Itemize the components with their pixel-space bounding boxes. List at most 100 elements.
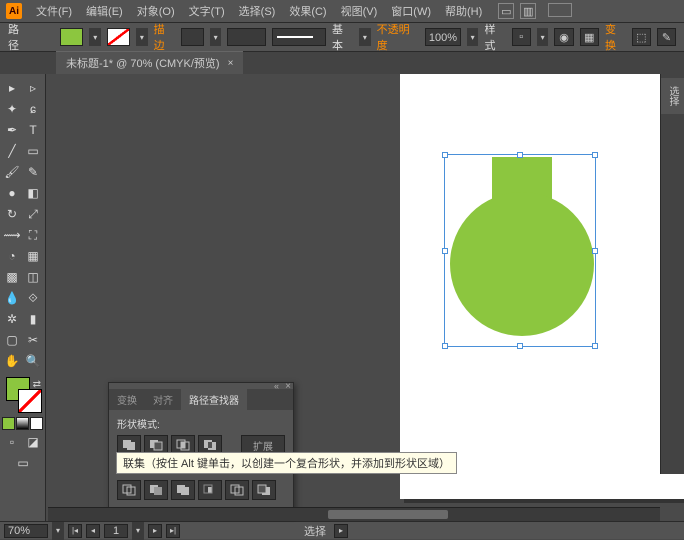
tab-pathfinder[interactable]: 路径查找器 bbox=[181, 389, 247, 410]
variable-width-profile[interactable] bbox=[227, 28, 265, 46]
menu-file[interactable]: 文件(F) bbox=[30, 0, 78, 22]
slice-tool[interactable]: ✂ bbox=[23, 330, 43, 350]
mesh-tool[interactable]: ▩ bbox=[2, 267, 22, 287]
layout-icon-2[interactable]: ▥ bbox=[520, 3, 536, 19]
artboard-dropdown[interactable]: ▾ bbox=[132, 522, 144, 540]
stroke-dropdown[interactable]: ▾ bbox=[136, 28, 148, 46]
scale-tool[interactable]: ⤢ bbox=[23, 204, 43, 224]
handle-bottom-right[interactable] bbox=[592, 343, 598, 349]
workspace-switcher[interactable] bbox=[548, 3, 572, 17]
panel-collapse-icon[interactable]: « bbox=[274, 381, 279, 391]
zoom-tool[interactable]: 🔍 bbox=[23, 351, 43, 371]
pencil-tool[interactable]: ✎ bbox=[23, 162, 43, 182]
minus-back-button[interactable] bbox=[252, 480, 276, 500]
trim-button[interactable] bbox=[144, 480, 168, 500]
horizontal-scrollbar[interactable] bbox=[48, 507, 660, 521]
graphic-style[interactable]: ▫ bbox=[512, 28, 531, 46]
zoom-level[interactable]: 70% bbox=[4, 524, 48, 538]
menu-type[interactable]: 文字(T) bbox=[183, 0, 231, 22]
handle-mid-right[interactable] bbox=[592, 248, 598, 254]
tab-close-button[interactable]: × bbox=[228, 58, 234, 69]
handle-bottom-mid[interactable] bbox=[517, 343, 523, 349]
stroke-label[interactable]: 描边 bbox=[154, 21, 175, 53]
right-panel-tab[interactable]: 选择 bbox=[661, 78, 684, 114]
tab-align[interactable]: 对齐 bbox=[145, 389, 181, 410]
eyedropper-tool[interactable]: 💧 bbox=[2, 288, 22, 308]
prev-artboard-button[interactable]: ◂ bbox=[86, 524, 100, 538]
fill-color-swatch[interactable] bbox=[60, 28, 83, 46]
brush-dropdown[interactable]: ▾ bbox=[359, 28, 371, 46]
perspective-grid-tool[interactable]: ▦ bbox=[23, 246, 43, 266]
merge-button[interactable] bbox=[171, 480, 195, 500]
color-mode-none[interactable] bbox=[30, 417, 43, 430]
brush-definition[interactable] bbox=[272, 28, 326, 46]
canvas-area[interactable]: « × 变换 对齐 路径查找器 形状模式: 扩展 路径查找器: bbox=[46, 74, 684, 521]
menu-window[interactable]: 窗口(W) bbox=[385, 0, 437, 22]
eraser-tool[interactable]: ◧ bbox=[23, 183, 43, 203]
type-tool[interactable]: T bbox=[23, 120, 43, 140]
menu-effect[interactable]: 效果(C) bbox=[283, 0, 332, 22]
style-dropdown[interactable]: ▾ bbox=[537, 28, 549, 46]
rotate-tool[interactable]: ↻ bbox=[2, 204, 22, 224]
free-transform-tool[interactable]: ⛶ bbox=[23, 225, 43, 245]
shape-builder-tool[interactable]: ◔ bbox=[2, 246, 22, 266]
stroke-weight-dropdown[interactable]: ▾ bbox=[210, 28, 222, 46]
artboard-number[interactable]: 1 bbox=[104, 524, 128, 538]
pen-tool[interactable]: ✒ bbox=[2, 120, 22, 140]
opacity-input[interactable]: 100% bbox=[425, 28, 461, 46]
menu-help[interactable]: 帮助(H) bbox=[439, 0, 488, 22]
divide-button[interactable] bbox=[117, 480, 141, 500]
draw-behind-icon[interactable]: ◪ bbox=[23, 434, 43, 450]
zoom-dropdown[interactable]: ▾ bbox=[52, 522, 64, 540]
direct-selection-tool[interactable]: ▹ bbox=[23, 78, 43, 98]
stroke-color-swatch[interactable] bbox=[107, 28, 130, 46]
color-mode-gradient[interactable] bbox=[16, 417, 29, 430]
hand-tool[interactable]: ✋ bbox=[2, 351, 22, 371]
menu-object[interactable]: 对象(O) bbox=[131, 0, 181, 22]
rectangle-tool[interactable]: ▭ bbox=[23, 141, 43, 161]
layout-icon[interactable]: ▭ bbox=[498, 3, 514, 19]
magic-wand-tool[interactable]: ✦ bbox=[2, 99, 22, 119]
stroke-color[interactable] bbox=[18, 389, 42, 413]
tab-transform[interactable]: 变换 bbox=[109, 389, 145, 410]
menu-edit[interactable]: 编辑(E) bbox=[80, 0, 129, 22]
width-tool[interactable]: ⟿ bbox=[2, 225, 22, 245]
handle-top-mid[interactable] bbox=[517, 152, 523, 158]
recolor-artwork-icon[interactable]: ◉ bbox=[554, 28, 573, 46]
panel-close-icon[interactable]: × bbox=[285, 381, 291, 392]
scrollbar-thumb[interactable] bbox=[328, 510, 448, 519]
fill-dropdown[interactable]: ▾ bbox=[89, 28, 101, 46]
draw-normal-icon[interactable]: ▫ bbox=[2, 434, 22, 450]
line-tool[interactable]: ╱ bbox=[2, 141, 22, 161]
handle-top-right[interactable] bbox=[592, 152, 598, 158]
symbol-sprayer-tool[interactable]: ✲ bbox=[2, 309, 22, 329]
isolate-icon[interactable]: ⬚ bbox=[632, 28, 651, 46]
column-graph-tool[interactable]: ▮ bbox=[23, 309, 43, 329]
blend-tool[interactable]: ⟐ bbox=[23, 288, 43, 308]
stroke-weight-input[interactable] bbox=[181, 28, 204, 46]
document-tab[interactable]: 未标题-1* @ 70% (CMYK/预览) × bbox=[56, 51, 243, 74]
opacity-label[interactable]: 不透明度 bbox=[377, 21, 419, 53]
artboard-tool[interactable]: ▢ bbox=[2, 330, 22, 350]
outline-button[interactable] bbox=[225, 480, 249, 500]
color-mode-color[interactable] bbox=[2, 417, 15, 430]
blob-brush-tool[interactable]: ● bbox=[2, 183, 22, 203]
handle-bottom-left[interactable] bbox=[442, 343, 448, 349]
transform-link[interactable]: 变换 bbox=[605, 21, 626, 53]
screen-mode-icon[interactable]: ▭ bbox=[2, 454, 44, 472]
handle-top-left[interactable] bbox=[442, 152, 448, 158]
menu-view[interactable]: 视图(V) bbox=[335, 0, 384, 22]
first-artboard-button[interactable]: |◂ bbox=[68, 524, 82, 538]
paintbrush-tool[interactable]: 🖌 bbox=[2, 162, 22, 182]
crop-button[interactable] bbox=[198, 480, 222, 500]
menu-select[interactable]: 选择(S) bbox=[233, 0, 282, 22]
last-artboard-button[interactable]: ▸| bbox=[166, 524, 180, 538]
status-dropdown[interactable]: ▸ bbox=[334, 524, 348, 538]
lasso-tool[interactable]: ɕ bbox=[23, 99, 43, 119]
edit-icon[interactable]: ✎ bbox=[657, 28, 676, 46]
align-icon[interactable]: ▦ bbox=[580, 28, 599, 46]
swap-colors-icon[interactable]: ⇄ bbox=[33, 379, 41, 390]
gradient-tool[interactable]: ◫ bbox=[23, 267, 43, 287]
selection-tool[interactable]: ▸ bbox=[2, 78, 22, 98]
next-artboard-button[interactable]: ▸ bbox=[148, 524, 162, 538]
